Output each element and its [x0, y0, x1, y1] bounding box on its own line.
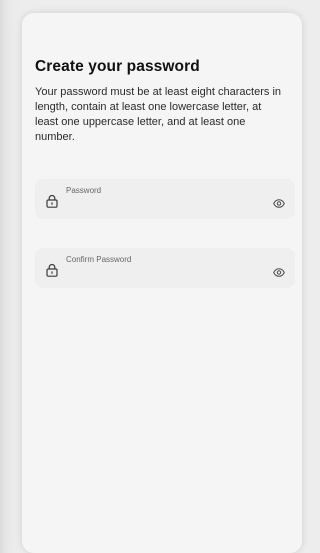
lock-icon [46, 194, 58, 208]
password-requirements-text: Your password must be at least eight cha… [35, 86, 282, 143]
lock-icon [46, 263, 58, 277]
password-field[interactable]: Password [35, 179, 295, 219]
confirm-password-field-label: Confirm Password [66, 255, 132, 264]
eye-icon[interactable] [273, 195, 285, 208]
password-field-label: Password [66, 186, 102, 195]
confirm-password-field[interactable]: Confirm Password [35, 248, 295, 288]
page-title: Create your password [35, 58, 200, 75]
create-password-card: Create your password Your password must … [22, 13, 302, 553]
eye-icon[interactable] [273, 264, 285, 277]
